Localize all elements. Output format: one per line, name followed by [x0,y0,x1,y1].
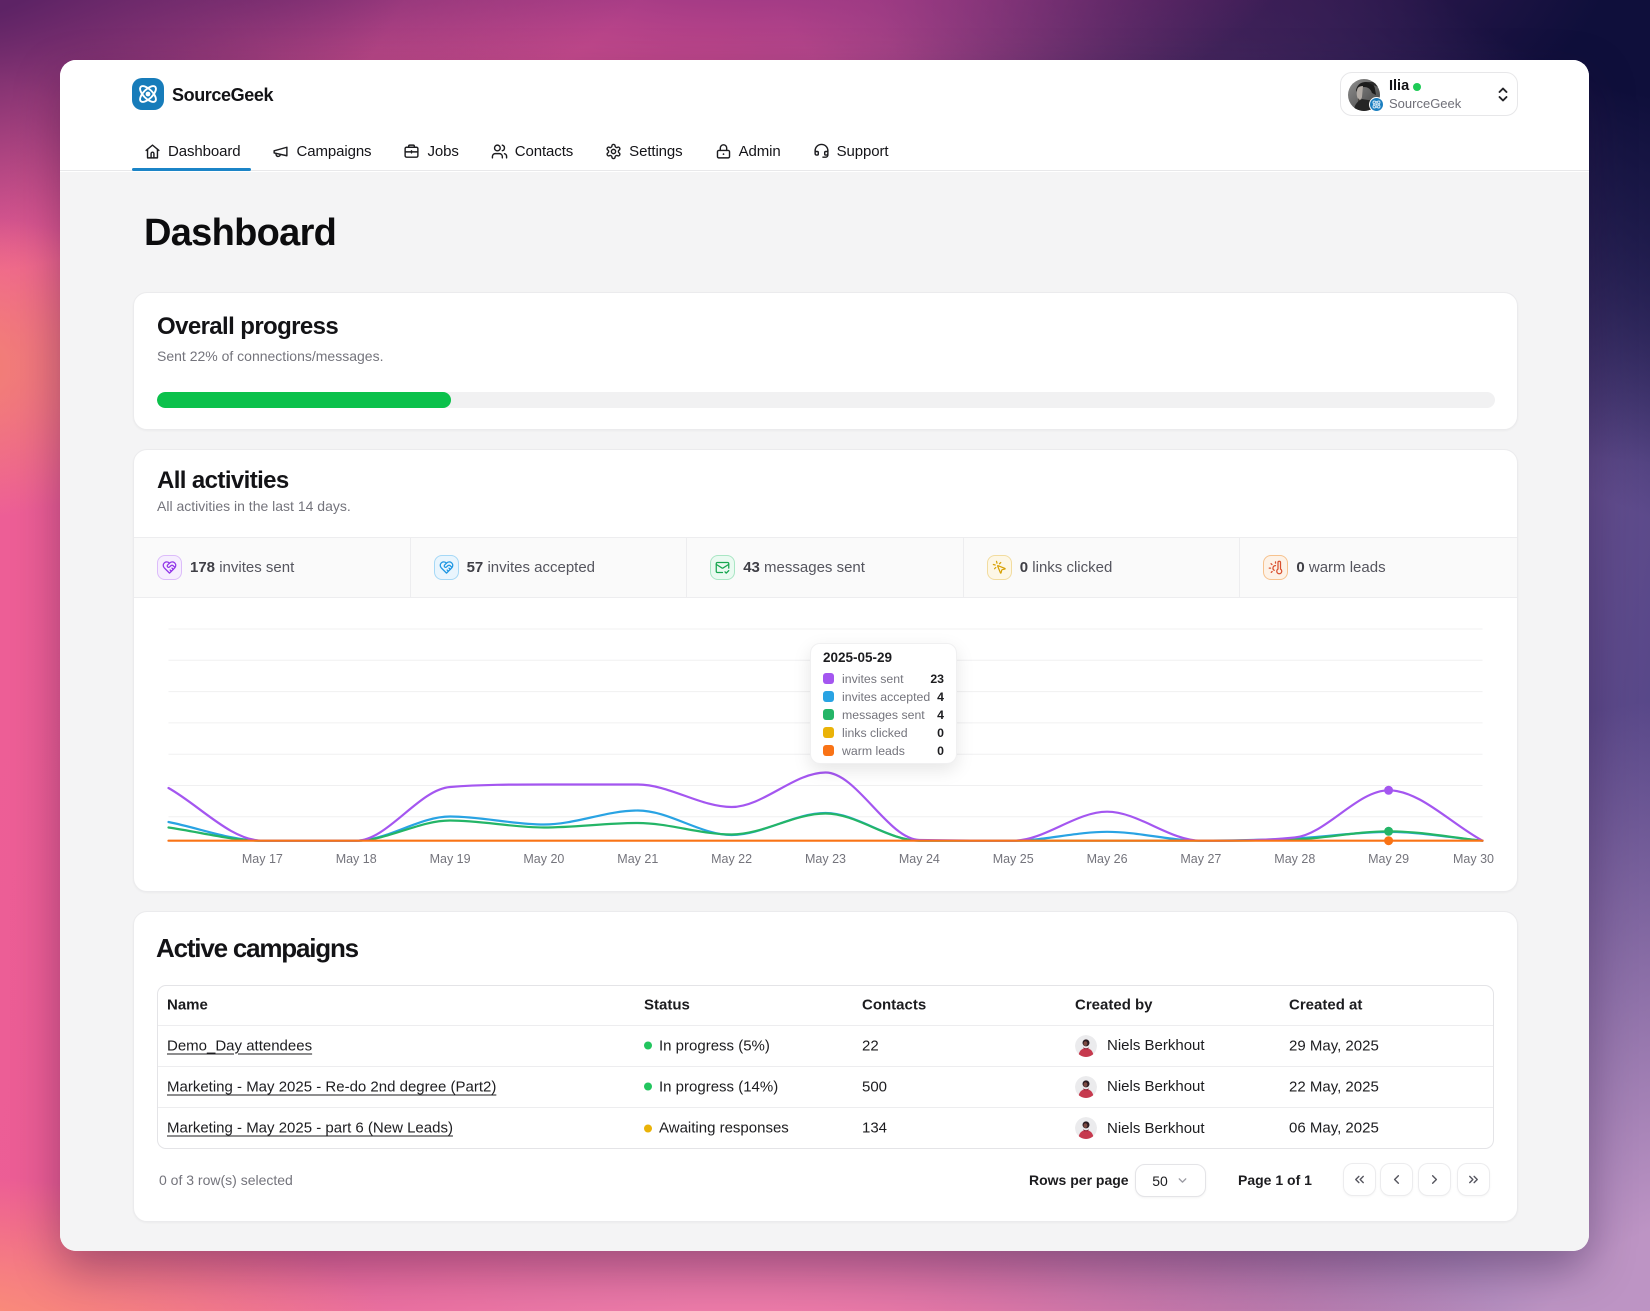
svg-text:May 25: May 25 [993,852,1034,866]
svg-text:May 27: May 27 [1180,852,1221,866]
svg-text:May 19: May 19 [430,852,471,866]
svg-text:May 24: May 24 [899,852,940,866]
svg-text:May 20: May 20 [523,852,564,866]
svg-text:May 26: May 26 [1087,852,1128,866]
svg-text:May 18: May 18 [336,852,377,866]
svg-text:May 22: May 22 [711,852,752,866]
svg-text:May 28: May 28 [1274,852,1315,866]
svg-text:May 30: May 30 [1453,852,1494,866]
svg-text:May 23: May 23 [805,852,846,866]
svg-text:May 17: May 17 [242,852,283,866]
svg-text:May 21: May 21 [617,852,658,866]
svg-text:May 29: May 29 [1368,852,1409,866]
